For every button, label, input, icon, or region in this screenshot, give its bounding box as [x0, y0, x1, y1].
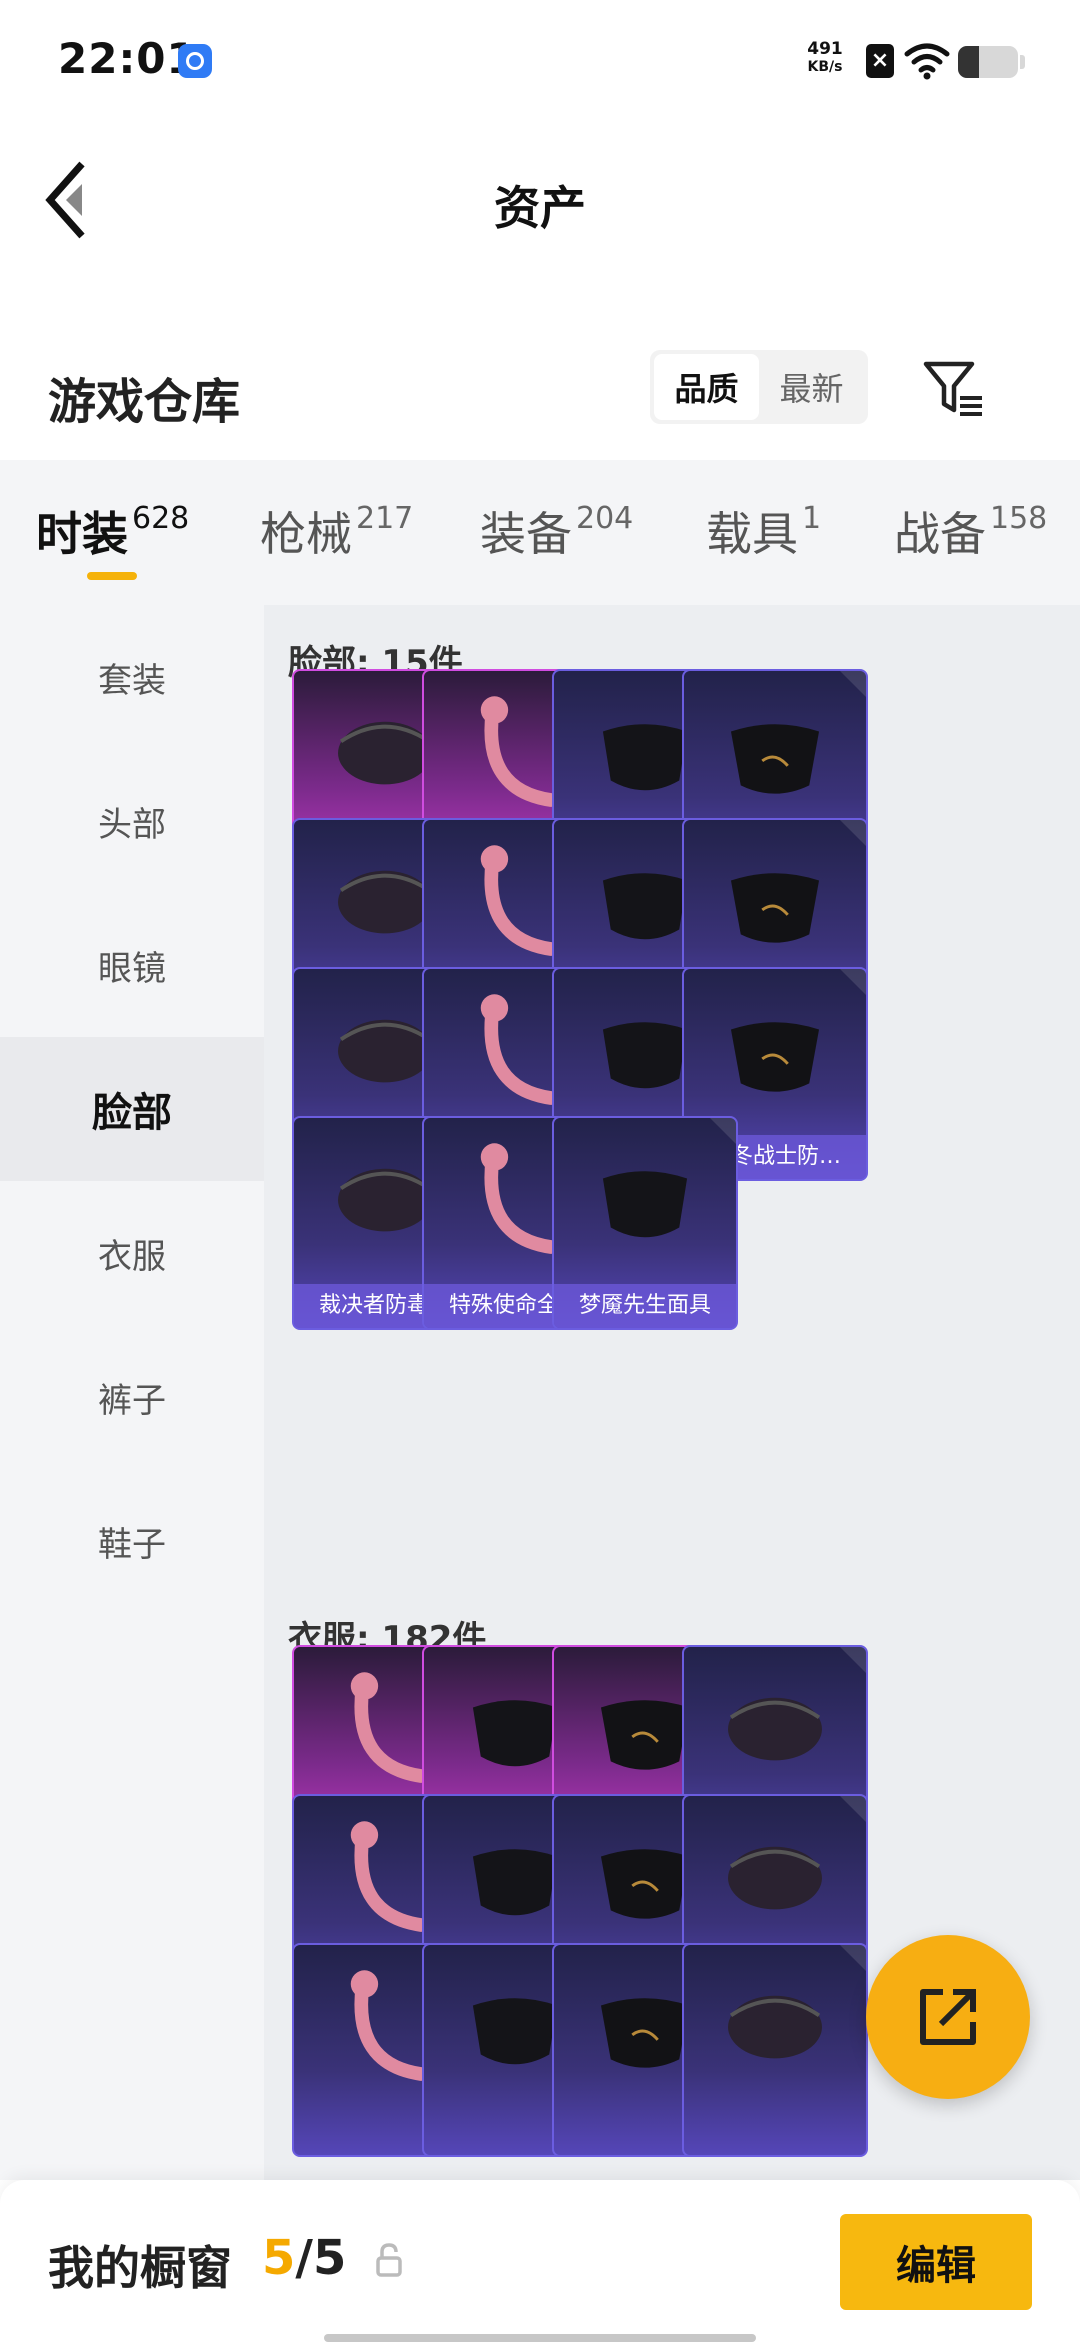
item-name: 梦魇先生面具 — [554, 1284, 736, 1328]
lock-icon — [376, 2243, 402, 2277]
tab-fashion[interactable]: 时装 628 — [36, 498, 189, 564]
tab-supplies[interactable]: 战备 158 — [894, 498, 1047, 564]
item-thumbnail — [602, 1171, 688, 1238]
share-button[interactable] — [866, 1935, 1030, 2099]
battery-icon — [958, 46, 1018, 78]
active-tab-indicator — [87, 572, 137, 580]
sidebar-item-head[interactable]: 头部 — [0, 749, 264, 893]
subcategory-sidebar: 套装 头部 眼镜 脸部 衣服 裤子 鞋子 — [0, 605, 264, 2180]
item-thumbnail — [728, 1846, 822, 1910]
tab-count: 204 — [576, 501, 634, 536]
sidebar-item-clothes[interactable]: 衣服 — [0, 1181, 264, 1325]
sidebar-item-face[interactable]: 脸部 — [0, 1037, 264, 1181]
sidebar-item-glasses[interactable]: 眼镜 — [0, 893, 264, 1037]
network-speed-value: 491 — [807, 39, 843, 59]
item-thumbnail — [730, 1022, 820, 1092]
showcase-title: 我的橱窗 — [48, 2241, 232, 2295]
home-indicator — [324, 2334, 756, 2342]
filter-icon — [923, 361, 982, 416]
item-thumbnail — [728, 1995, 822, 2059]
network-speed: 491 KB/s — [800, 40, 850, 76]
tab-count: 217 — [356, 501, 414, 536]
top-nav-bar: 资产 — [0, 120, 1080, 280]
sidebar-item-shoes[interactable]: 鞋子 — [0, 1469, 264, 1613]
item-thumbnail — [730, 873, 820, 943]
tab-count: 158 — [990, 501, 1048, 536]
status-bar: 22:01 491 KB/s × — [0, 0, 1080, 120]
item-thumbnail — [730, 724, 820, 794]
sort-by-latest[interactable]: 最新 — [759, 354, 864, 420]
network-speed-unit: KB/s — [807, 59, 843, 75]
status-time: 22:01 — [58, 34, 197, 83]
app-notification-icon — [178, 44, 212, 78]
showcase-bar: 我的橱窗 5/5 编辑 — [0, 2180, 1080, 2344]
tab-count: 628 — [132, 501, 190, 536]
item-card[interactable] — [682, 1943, 868, 2157]
item-thumbnail — [728, 1697, 822, 1761]
filter-button[interactable] — [920, 356, 986, 422]
showcase-count: 5/5 — [262, 2230, 347, 2286]
tab-equipment[interactable]: 装备 204 — [480, 498, 633, 564]
sort-toggle: 品质 最新 — [650, 350, 868, 424]
category-tabs: 时装 628 枪械 217 装备 204 载具 1 战备 158 — [0, 460, 1080, 605]
tab-vehicles[interactable]: 载具 1 — [706, 498, 821, 564]
item-card[interactable]: 梦魇先生面具 — [552, 1116, 738, 1330]
sort-by-quality[interactable]: 品质 — [654, 354, 759, 420]
tab-count: 1 — [802, 501, 822, 536]
sidebar-item-pants[interactable]: 裤子 — [0, 1325, 264, 1469]
tab-weapons[interactable]: 枪械 217 — [260, 498, 413, 564]
no-sim-icon: × — [866, 44, 894, 78]
sidebar-item-sets[interactable]: 套装 — [0, 605, 264, 749]
edit-button[interactable]: 编辑 — [840, 2214, 1032, 2310]
page-title: 资产 — [494, 181, 586, 235]
share-icon — [920, 1989, 976, 2045]
section-title: 游戏仓库 — [48, 374, 241, 430]
wifi-icon — [904, 43, 950, 80]
warehouse-header: 游戏仓库 品质 最新 — [0, 340, 1080, 460]
